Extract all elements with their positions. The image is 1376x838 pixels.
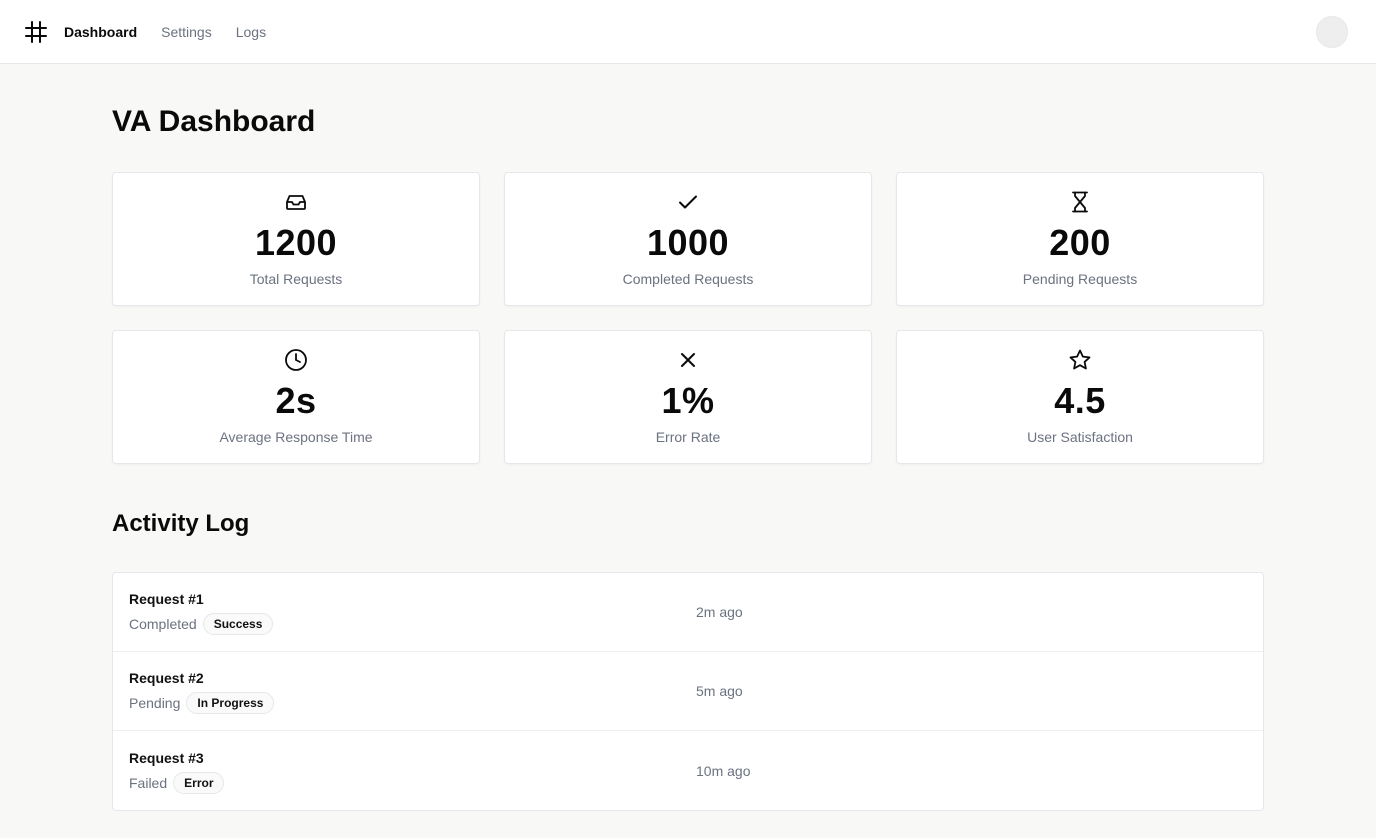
stat-card-average-response-time: 2s Average Response Time: [112, 330, 480, 464]
activity-log-item[interactable]: Request #2 Pending In Progress 5m ago: [113, 652, 1263, 731]
stat-label: Average Response Time: [219, 429, 373, 445]
request-time: 10m ago: [696, 762, 751, 779]
request-time: 5m ago: [696, 683, 743, 699]
hash-icon[interactable]: [24, 20, 48, 44]
stat-value: 200: [1049, 222, 1111, 263]
clock-icon: [284, 348, 308, 372]
request-status-line: Completed Success: [129, 613, 696, 635]
hourglass-icon: [1068, 190, 1092, 214]
activity-log-list: Request #1 Completed Success 2m ago Requ…: [112, 572, 1264, 811]
inbox-icon: [284, 190, 308, 214]
request-title: Request #1: [129, 591, 204, 607]
activity-log-item-info: Request #2 Pending In Progress: [129, 668, 696, 714]
status-badge: In Progress: [186, 692, 275, 714]
activity-log-item-info: Request #3 Failed Error: [129, 748, 696, 794]
request-time: 2m ago: [696, 604, 743, 620]
request-status: Completed: [129, 616, 197, 632]
stat-label: Completed Requests: [622, 271, 754, 287]
stat-card-pending-requests: 200 Pending Requests: [896, 172, 1264, 306]
stat-card-total-requests: 1200 Total Requests: [112, 172, 480, 306]
stat-value: 1000: [646, 222, 730, 263]
stat-label: Pending Requests: [1022, 271, 1138, 287]
activity-log-item-info: Request #1 Completed Success: [129, 589, 696, 635]
top-navbar: Dashboard Settings Logs: [0, 0, 1376, 64]
status-badge: Success: [202, 613, 274, 635]
stat-value: 1200: [254, 222, 338, 263]
stat-card-user-satisfaction: 4.5 User Satisfaction: [896, 330, 1264, 464]
request-status: Pending: [129, 695, 181, 711]
stat-value: 2s: [275, 380, 317, 421]
nav-logs[interactable]: Logs: [236, 24, 266, 40]
nav-dashboard[interactable]: Dashboard: [64, 24, 137, 40]
status-badge: Error: [173, 771, 225, 794]
activity-log-title: Activity Log: [112, 510, 250, 537]
request-status: Failed: [129, 774, 168, 791]
stats-grid: 1200 Total Requests 1000 Completed Reque…: [112, 172, 1264, 464]
check-icon: [676, 190, 700, 214]
stat-card-error-rate: 1% Error Rate: [504, 330, 872, 464]
stat-label: User Satisfaction: [1027, 429, 1133, 445]
user-avatar[interactable]: [1316, 16, 1348, 48]
star-icon: [1068, 348, 1092, 372]
stat-card-completed-requests: 1000 Completed Requests: [504, 172, 872, 306]
main-nav: Dashboard Settings Logs: [64, 24, 266, 40]
stat-value: 4.5: [1054, 380, 1106, 421]
main-content: VA Dashboard 1200 Total Requests 1000 Co…: [112, 64, 1264, 811]
nav-settings[interactable]: Settings: [161, 24, 212, 40]
stat-value: 1%: [661, 380, 715, 421]
stat-label: Error Rate: [655, 429, 721, 445]
x-icon: [676, 348, 700, 372]
stat-label: Total Requests: [249, 271, 343, 287]
request-title: Request #2: [129, 670, 204, 686]
request-title: Request #3: [129, 749, 204, 766]
request-status-line: Pending In Progress: [129, 692, 696, 714]
activity-log-item[interactable]: Request #1 Completed Success 2m ago: [113, 573, 1263, 652]
activity-log-item[interactable]: Request #3 Failed Error 10m ago: [113, 731, 1263, 810]
page-title: VA Dashboard: [112, 105, 316, 138]
request-status-line: Failed Error: [129, 771, 696, 794]
